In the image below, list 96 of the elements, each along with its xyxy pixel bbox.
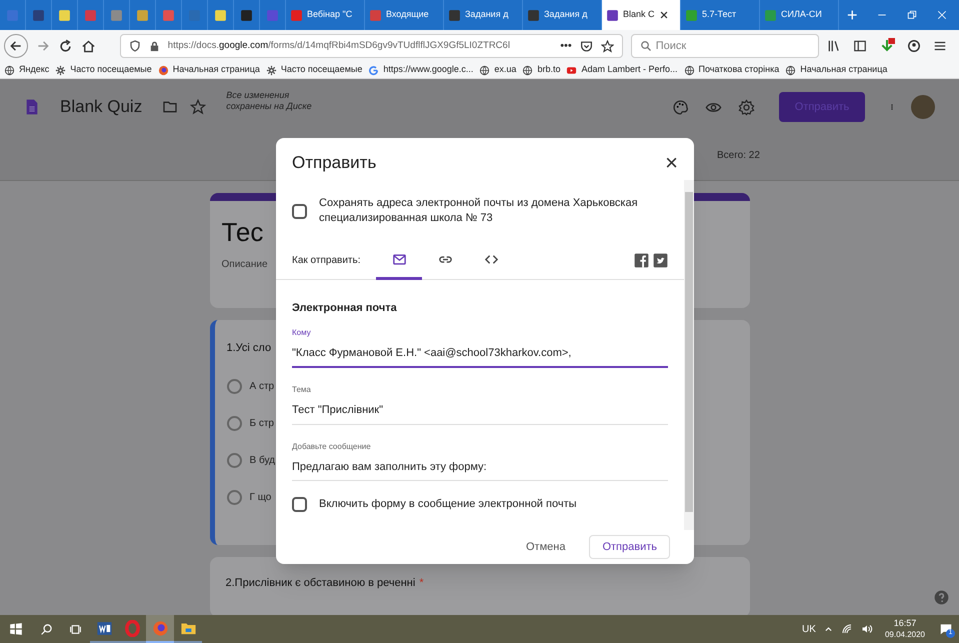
globe-icon (522, 64, 534, 76)
checkbox[interactable] (292, 204, 307, 218)
menu-icon[interactable] (933, 39, 947, 53)
gear-icon (55, 64, 66, 76)
download-icon[interactable] (879, 38, 895, 54)
option-label: Г що (250, 490, 272, 504)
letter-logo-icon (368, 64, 380, 76)
bookmark[interactable]: Adam Lambert - Perfo... (566, 63, 678, 77)
form-title: Blank Quiz (60, 96, 142, 118)
bookmark[interactable]: Часто посещаемые (55, 63, 152, 77)
radio-button[interactable] (226, 490, 242, 504)
url-text: https://docs.google.com/forms/d/14mqfRbi4mSD6gv9vTUdflflJGX9Gf5LI0ZTRC6l (168, 38, 510, 53)
new-tab-button[interactable]: + (839, 0, 866, 30)
mail-icon (392, 252, 407, 266)
scrollbar[interactable] (684, 180, 694, 530)
back-arrow-icon (8, 39, 23, 53)
browser-tab[interactable]: Blank C (602, 0, 681, 30)
star-icon[interactable] (600, 40, 614, 52)
browser-logo-icon (152, 620, 168, 636)
taskbar-app[interactable] (146, 615, 174, 643)
save-status: Все изменения сохранены на Диске (226, 90, 313, 112)
option-label: В буд (250, 454, 275, 468)
input-field[interactable]: Добавьте сообщение Предлагаю вам заполнить эту форму: (292, 440, 668, 481)
search-field[interactable]: Поиск (630, 34, 819, 58)
clock[interactable]: 16:57 09.04.2020 (880, 618, 929, 640)
checkbox-label: Сохранять адреса электронной почты из домена Харьковская специализированная школа № 73 (319, 196, 639, 226)
shield-icon (128, 40, 141, 52)
dialog-title: Отправить (292, 152, 376, 174)
palette-icon[interactable] (672, 98, 689, 116)
checkbox[interactable] (292, 497, 307, 512)
globe-icon (785, 64, 796, 76)
close-button[interactable]: × (665, 152, 678, 174)
language-indicator[interactable]: UK (802, 622, 816, 636)
bookmark[interactable]: Начальная страница (785, 63, 888, 77)
folder-icon[interactable] (162, 99, 178, 115)
checkbox-label: Включить форму в сообщение электронной почты (319, 497, 577, 512)
gear-icon (266, 64, 277, 76)
bookmark[interactable]: https://www.google.c... (368, 63, 474, 77)
globe-icon (684, 64, 694, 76)
input-field[interactable]: Кому "Класс Фурмановой Е.Н." <aai@school73kharkov.com>, (292, 326, 668, 368)
section-heading: Электронная почта (291, 301, 398, 316)
forward-icon[interactable] (36, 39, 50, 53)
response-count: Всего: 22 (717, 148, 760, 162)
send-via-label: Как отправить: (292, 254, 360, 268)
windows-logo-icon[interactable] (9, 622, 23, 636)
option-label: Б стр (250, 416, 274, 430)
globe-icon (4, 64, 15, 76)
pocket-icon[interactable] (580, 40, 593, 52)
search-icon[interactable] (40, 622, 53, 636)
address-bar[interactable]: https://docs.google.com/forms/d/14mqfRbi4mSD6gv9vTUdflflJGX9Gf5LI0ZTRC6l ••• (120, 34, 623, 58)
question-text: 1.Усі сло (226, 341, 272, 356)
search-icon (640, 40, 652, 52)
reload-icon[interactable] (58, 38, 73, 54)
library-icon[interactable] (827, 39, 841, 53)
lock-icon (148, 40, 160, 52)
restore-icon[interactable] (907, 10, 917, 20)
star-icon[interactable] (190, 99, 206, 115)
back-button[interactable] (4, 34, 28, 58)
twitter-icon[interactable] (653, 253, 668, 268)
task-view-icon[interactable] (69, 622, 82, 636)
bookmark[interactable]: Яндекс (4, 63, 50, 77)
page-actions-button[interactable]: ••• (560, 38, 572, 54)
globe-icon (479, 64, 490, 76)
input-field[interactable]: Тема Тест "Прислівник" (292, 384, 668, 424)
ring-logo-icon (124, 620, 140, 636)
radio-button[interactable] (226, 378, 242, 394)
browser-logo-icon (158, 64, 169, 76)
bookmark[interactable]: Часто посещаемые (266, 63, 362, 77)
close-icon[interactable] (658, 10, 669, 20)
settings-icon[interactable] (738, 98, 755, 116)
bookmark[interactable]: ex.ua (479, 63, 516, 77)
bookmark[interactable]: Початкова сторінка (684, 63, 780, 77)
question-text: 2.Прислівник є обставиною в реченні (226, 576, 416, 591)
bookmark[interactable]: brb.to (522, 63, 560, 77)
wifi-icon[interactable] (840, 623, 853, 635)
option-label: А стр (250, 380, 274, 394)
form-heading: Тес (222, 219, 264, 245)
document-app-icon (96, 620, 112, 636)
help-icon[interactable] (934, 590, 949, 605)
bookmark[interactable]: Начальная страница (158, 63, 260, 77)
required-mark: * (419, 576, 424, 591)
form-description: Описание (222, 258, 268, 272)
sidebar-icon[interactable] (853, 39, 867, 53)
home-icon[interactable] (80, 38, 96, 54)
avatar[interactable] (911, 95, 935, 119)
search-input[interactable]: Поиск (656, 35, 810, 57)
radio-button[interactable] (226, 452, 242, 468)
chevron-up-icon[interactable] (824, 624, 833, 634)
send-button[interactable]: Отправить (589, 535, 670, 559)
volume-icon[interactable] (860, 623, 873, 635)
radio-button[interactable] (226, 416, 242, 430)
cancel-button[interactable]: Отмена (514, 535, 578, 559)
form-document-icon (24, 97, 40, 117)
facebook-icon[interactable] (634, 253, 649, 268)
account-icon[interactable] (907, 39, 921, 53)
play-icon (566, 64, 578, 76)
